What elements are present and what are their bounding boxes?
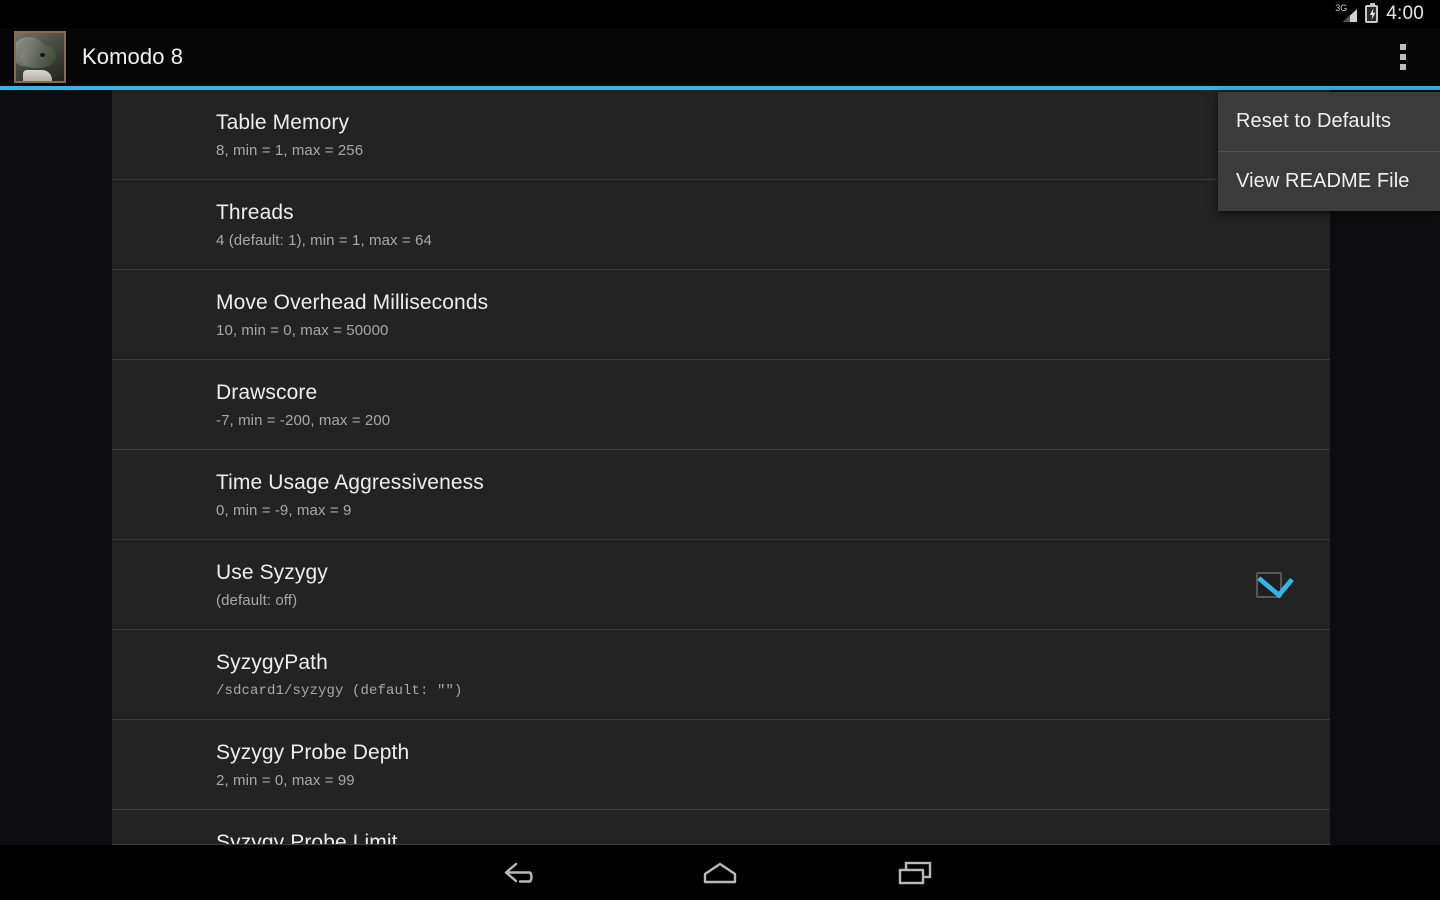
battery-charging-icon <box>1365 3 1379 23</box>
preference-row-move-overhead-milliseconds[interactable]: Move Overhead Milliseconds 10, min = 0, … <box>112 270 1330 360</box>
preference-title: SyzygyPath <box>216 651 328 674</box>
menu-item-reset-to-defaults[interactable]: Reset to Defaults <box>1218 92 1440 151</box>
status-bar-clock: 4:00 <box>1386 3 1424 24</box>
preference-row-syzygypath[interactable]: SyzygyPath /sdcard1/syzygy (default: "") <box>112 630 1330 720</box>
preference-row-syzygy-probe-depth[interactable]: Syzygy Probe Depth 2, min = 0, max = 99 <box>112 720 1330 810</box>
action-bar: Komodo 8 <box>0 28 1440 86</box>
preference-summary: 4 (default: 1), min = 1, max = 64 <box>216 232 432 249</box>
preference-row-syzygy-probe-limit[interactable]: Syzygy Probe Limit 6, min = 0, max = 6 <box>112 810 1330 845</box>
preference-summary: -7, min = -200, max = 200 <box>216 412 391 429</box>
overflow-menu-icon[interactable] <box>1380 28 1426 86</box>
app-title: Komodo 8 <box>82 44 184 69</box>
preference-title: Threads <box>216 201 294 224</box>
preference-list[interactable]: Table Memory 8, min = 1, max = 256 Threa… <box>112 90 1330 845</box>
preference-row-use-syzygy[interactable]: Use Syzygy (default: off) <box>112 540 1330 630</box>
preference-row-time-usage-aggressiveness[interactable]: Time Usage Aggressiveness 0, min = -9, m… <box>112 450 1330 540</box>
preference-title: Drawscore <box>216 381 318 404</box>
signal-3g-icon: 3G <box>1335 4 1358 23</box>
back-icon[interactable] <box>496 853 552 893</box>
preference-row-table-memory[interactable]: Table Memory 8, min = 1, max = 256 <box>112 90 1330 180</box>
preference-row-threads[interactable]: Threads 4 (default: 1), min = 1, max = 6… <box>112 180 1330 270</box>
checkbox-use-syzygy[interactable] <box>1256 571 1282 598</box>
preference-title: Use Syzygy <box>216 561 328 584</box>
preference-title: Time Usage Aggressiveness <box>216 471 484 494</box>
preference-summary: 0, min = -9, max = 9 <box>216 502 352 519</box>
preference-title: Syzygy Probe Depth <box>216 741 410 764</box>
preference-summary: 2, min = 0, max = 99 <box>216 772 355 789</box>
menu-item-view-readme-file[interactable]: View README File <box>1218 151 1440 211</box>
preference-summary: 10, min = 0, max = 50000 <box>216 322 389 339</box>
recent-apps-icon[interactable] <box>888 853 944 893</box>
navigation-bar <box>0 845 1440 900</box>
preference-summary: 8, min = 1, max = 256 <box>216 142 364 159</box>
status-bar: 3G 4:00 <box>0 0 1440 28</box>
komodo-dragon-app-icon[interactable] <box>14 31 66 83</box>
overflow-popup-menu[interactable]: Reset to Defaults View README File <box>1218 92 1440 211</box>
android-screen: 3G 4:00 Komodo 8 Table Memory 8, min = 1… <box>0 0 1440 900</box>
preference-title: Move Overhead Milliseconds <box>216 291 489 314</box>
preference-title: Table Memory <box>216 111 350 134</box>
preference-row-drawscore[interactable]: Drawscore -7, min = -200, max = 200 <box>112 360 1330 450</box>
preference-summary: /sdcard1/syzygy (default: "") <box>216 683 463 699</box>
home-icon[interactable] <box>692 853 748 893</box>
preference-summary: (default: off) <box>216 592 298 609</box>
preference-title: Syzygy Probe Limit <box>216 831 398 845</box>
